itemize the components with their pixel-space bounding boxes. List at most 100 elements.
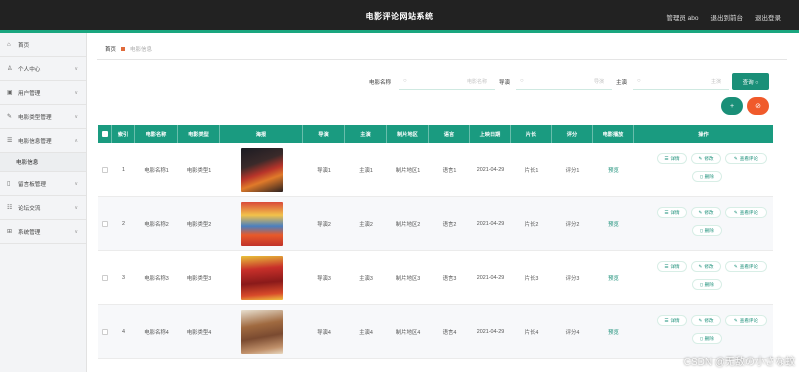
edit-button[interactable]: ✎ 修改 [691, 153, 721, 164]
batch-delete-button[interactable]: ⊘ [747, 97, 769, 115]
cell-actor: 主演3 [359, 276, 373, 282]
detail-button[interactable]: ☰ 详情 [657, 153, 687, 164]
cell-index: 3 [122, 275, 125, 281]
cell-date: 2021-04-29 [476, 329, 505, 335]
cell-language: 语言4 [442, 330, 457, 336]
play-preview-link[interactable]: 预览 [593, 197, 634, 251]
chevron-down-icon: ∨ [74, 113, 78, 120]
sidebar-item-label: 论坛交流 [18, 205, 41, 212]
sidebar-item-label: 用户管理 [18, 90, 41, 97]
sidebar-item-messages[interactable]: ▯ 留言板管理 ∨ [0, 172, 86, 196]
row-checkbox[interactable] [98, 251, 112, 305]
sidebar-item-label: 留言板管理 [18, 181, 46, 188]
sidebar-item-label: 电影类型管理 [18, 114, 52, 121]
cell-region: 制片地区4 [395, 330, 421, 336]
detail-button[interactable]: ☰ 详情 [657, 315, 687, 326]
divider [97, 59, 787, 60]
movie-name-placeholder: 电影名称 [466, 78, 487, 85]
forum-icon: ☷ [7, 205, 13, 211]
top-right-menu: 管理员 abo 退出到前台 退出登录 [666, 12, 781, 22]
sidebar-item-home[interactable]: ⌂ 首页 [0, 33, 86, 57]
sidebar-item-label: 首页 [18, 42, 30, 49]
view-comments-button[interactable]: ✎ 查看评论 [725, 153, 767, 164]
chevron-down-icon: ∨ [74, 89, 78, 96]
row-checkbox[interactable] [98, 197, 112, 251]
column-header: 导演 [303, 125, 345, 143]
sidebar-item-system[interactable]: ⊞ 系统管理 ∨ [0, 220, 86, 244]
search-icon: ○ [403, 78, 407, 84]
director-input[interactable]: ○ 导演 [516, 73, 612, 90]
movie-name-input[interactable]: ○ 电影名称 [399, 73, 495, 90]
back-to-frontend-link[interactable]: 退出到前台 [711, 12, 744, 22]
view-comments-button[interactable]: ✎ 查看评论 [725, 315, 767, 326]
view-comments-button[interactable]: ✎ 查看评论 [725, 261, 767, 272]
cell-score: 评分4 [565, 330, 580, 336]
edit-button[interactable]: ✎ 修改 [691, 315, 721, 326]
cell-type: 电影类型3 [186, 276, 212, 282]
cell-index: 2 [122, 221, 125, 227]
column-header: 索引 [112, 125, 135, 143]
cell-region: 制片地区2 [395, 222, 421, 228]
trash-icon: ▯ [700, 227, 703, 233]
query-button[interactable]: 查询 ○ [732, 73, 769, 90]
sidebar-item-profile[interactable]: ♙ 个人中心 ∨ [0, 57, 86, 81]
tag-icon: ✎ [7, 114, 13, 120]
search-icon: ○ [520, 78, 524, 84]
sidebar-item-label: 个人中心 [18, 66, 41, 73]
view-comments-button[interactable]: ✎ 查看评论 [725, 207, 767, 218]
sidebar-subitem-movie-info[interactable]: 电影信息 [0, 153, 86, 172]
delete-button[interactable]: ▯ 删除 [692, 171, 722, 182]
cell-score: 评分2 [565, 222, 580, 228]
sidebar-item-label: 系统管理 [18, 229, 41, 236]
cell-length: 片长4 [524, 330, 539, 336]
actor-label: 主演 [616, 80, 628, 86]
film-icon: ☰ [7, 138, 13, 144]
logout-link[interactable]: 退出登录 [755, 12, 781, 22]
sidebar-item-movie-info-manage[interactable]: ☰ 电影信息管理 ∧ [0, 129, 86, 153]
sidebar: ⌂ 首页 ♙ 个人中心 ∨ ▣ 用户管理 ∨ ✎ 电影类型管理 ∨ ☰ 电影信息… [0, 33, 87, 372]
column-header: 电影类型 [178, 125, 220, 143]
play-preview-link[interactable]: 预览 [593, 305, 634, 359]
list-icon: ☰ [664, 317, 669, 323]
add-button[interactable]: + [721, 97, 743, 115]
edit-icon: ✎ [698, 263, 703, 269]
cell-length: 片长2 [524, 222, 539, 228]
home-icon: ⌂ [7, 41, 11, 48]
trash-icon: ▯ [700, 281, 703, 287]
edit-button[interactable]: ✎ 修改 [691, 207, 721, 218]
delete-button[interactable]: ▯ 删除 [692, 225, 722, 236]
chevron-down-icon: ∨ [74, 228, 78, 235]
settings-icon: ⊞ [7, 229, 13, 235]
movie-poster-image [240, 148, 283, 192]
table-row: 1 电影名称1 电影类型1 导演1 主演1 制片地区1 语言1 2021-04-… [98, 143, 773, 197]
cell-language: 语言1 [442, 168, 457, 174]
play-preview-link[interactable]: 预览 [593, 251, 634, 305]
sidebar-item-users[interactable]: ▣ 用户管理 ∨ [0, 81, 86, 105]
cell-actor: 主演4 [359, 330, 373, 336]
delete-button[interactable]: ▯ 删除 [692, 279, 722, 290]
table-row: 3 电影名称3 电影类型3 导演3 主演3 制片地区3 语言3 2021-04-… [98, 251, 773, 305]
row-checkbox[interactable] [98, 143, 112, 197]
cell-type: 电影类型1 [186, 168, 212, 174]
cell-actor: 主演2 [359, 222, 373, 228]
sidebar-item-forum[interactable]: ☷ 论坛交流 ∨ [0, 196, 86, 220]
list-icon: ☰ [664, 155, 669, 161]
delete-button[interactable]: ▯ 删除 [692, 333, 722, 344]
director-placeholder: 导演 [593, 78, 604, 85]
detail-button[interactable]: ☰ 详情 [657, 261, 687, 272]
detail-button[interactable]: ☰ 详情 [657, 207, 687, 218]
cell-date: 2021-04-29 [476, 167, 505, 173]
row-checkbox[interactable] [98, 305, 112, 359]
sidebar-item-movie-types[interactable]: ✎ 电影类型管理 ∨ [0, 105, 86, 129]
select-all-checkbox[interactable] [98, 125, 112, 143]
edit-button[interactable]: ✎ 修改 [691, 261, 721, 272]
cell-region: 制片地区1 [395, 168, 421, 174]
cell-director: 导演2 [317, 222, 331, 228]
breadcrumb-home[interactable]: 首页 [105, 45, 116, 53]
row-actions: ☰ 详情 ✎ 修改 ✎ 查看评论 ▯ 删除 [653, 143, 773, 197]
play-preview-link[interactable]: 预览 [593, 143, 634, 197]
cell-score: 评分3 [565, 276, 580, 282]
actor-input[interactable]: ○ 主演 [633, 73, 729, 90]
chevron-down-icon: ∨ [74, 180, 78, 187]
cell-length: 片长1 [524, 168, 539, 174]
